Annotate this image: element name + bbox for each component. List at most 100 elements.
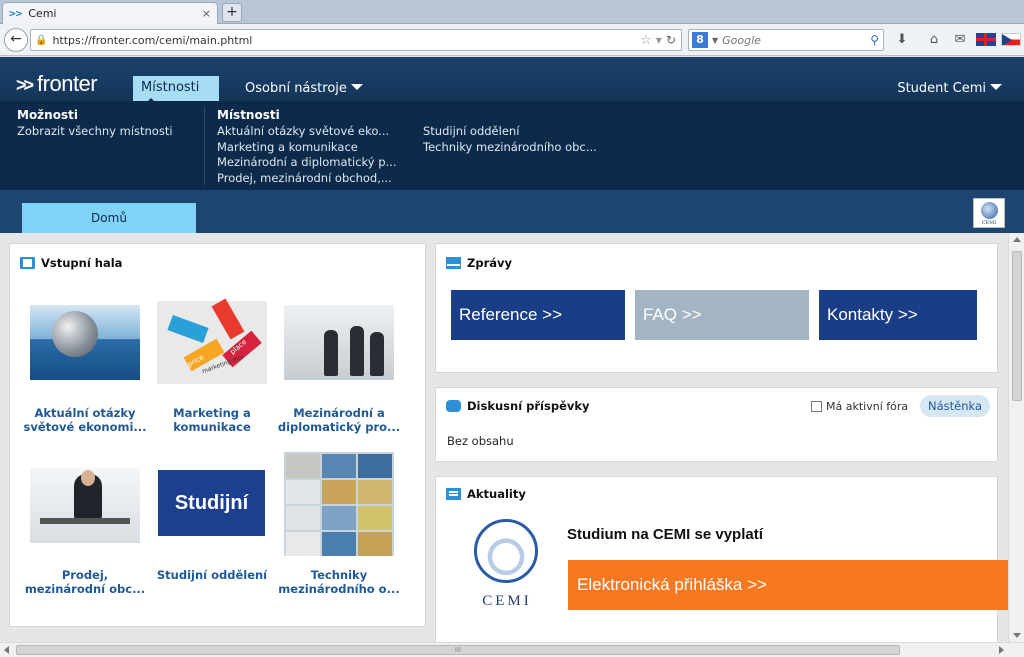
aktuality-title: Aktuality [467,487,526,501]
fronter-favicon-icon: >> [9,7,23,20]
room-label[interactable]: Aktuální otázky světové ekonomi... [15,406,155,434]
person-head [81,470,95,486]
electronic-application-button[interactable]: Elektronická přihláška >> [568,560,1008,610]
vstupni-hala-panel: Vstupní hala price marketing mix place A… [9,243,426,627]
hall-icon [20,257,35,269]
user-menu[interactable]: Student Cemi [897,81,1002,96]
address-bar[interactable]: 🔒 https://fronter.com/cemi/main.phtml ☆ … [30,29,682,51]
collage-cell [358,454,392,478]
room-thumbnail-handshake[interactable] [284,305,394,380]
empty-message: Bez obsahu [447,434,514,448]
cemi-logo: CEMI [472,519,542,619]
room-label[interactable]: Prodej, mezinárodní obc... [15,568,155,596]
room-link[interactable]: Mezinárodní a diplomatický p... [217,155,397,171]
scroll-right-icon[interactable] [999,646,1004,654]
vertical-scrollbar[interactable] [1008,233,1024,642]
home-icon[interactable]: ⌂ [925,32,943,47]
room-link[interactable]: Studijní oddělení [423,124,597,140]
dropdown-divider [204,107,205,185]
tab-close-icon[interactable]: × [202,7,211,20]
reload-icon[interactable]: ↻ [666,33,676,47]
main-content: Vstupní hala price marketing mix place A… [0,233,1008,642]
rooms-heading: Místnosti [217,108,280,122]
faq-button[interactable]: FAQ >> [635,290,809,340]
chevron-down-icon [990,84,1002,90]
user-name: Student Cemi [897,81,986,96]
room-thumbnail-marketing-mix[interactable]: price marketing mix place [157,298,267,384]
vstupni-hala-title: Vstupní hala [41,256,123,270]
room-label-line: Techniky [310,568,368,582]
checkbox-label: Má aktivní fóra [826,400,909,413]
vertical-scroll-thumb[interactable] [1012,251,1022,401]
aktuality-panel: Aktuality CEMI Studium na CEMI se vyplat… [435,476,1008,642]
nav-osobni-nastroje[interactable]: Osobní nástroje [245,81,363,96]
collage-cell [286,532,320,556]
back-arrow-icon: ← [10,31,22,47]
room-link[interactable]: Marketing a komunikace [217,140,397,156]
room-label[interactable]: Marketing a komunikace [142,406,282,434]
reference-button[interactable]: Reference >> [451,290,625,340]
room-thumbnail-laptop[interactable] [30,468,140,543]
bookmark-star-icon[interactable]: ☆ [640,33,652,48]
scroll-left-icon[interactable] [4,646,9,654]
search-engine-dropdown-icon[interactable]: ▼ [712,36,718,45]
kontakty-button[interactable]: Kontakty >> [819,290,977,340]
room-label[interactable]: Studijní oddělení [142,568,282,582]
scroll-down-icon[interactable] [1013,633,1021,638]
room-label-line: Studijní oddělení [156,568,268,582]
rooms-dropdown: Možnosti Zobrazit všechny místnosti Míst… [0,101,1024,190]
search-engine-icon[interactable]: 8 [692,32,708,48]
room-label-line: mezinárodní obc... [24,582,146,596]
search-input[interactable] [722,33,871,47]
download-icon[interactable]: ⬇ [893,32,911,47]
english-flag-icon[interactable] [976,33,996,46]
back-button[interactable]: ← [4,28,28,52]
room-thumbnail-collage[interactable] [284,452,394,556]
browser-nav-bar: ← 🔒 https://fronter.com/cemi/main.phtml … [0,24,1024,56]
nav-mistnosti[interactable]: Místnosti [133,76,219,104]
panel-title: Vstupní hala [20,256,122,270]
room-thumbnail-globe[interactable] [30,305,140,380]
active-forums-checkbox[interactable]: Má aktivní fóra [811,400,908,413]
browser-tab-bar: >> Cemi × + [0,0,1024,24]
czech-flag-icon[interactable] [1001,33,1021,46]
checkbox-box[interactable] [811,401,822,412]
room-link[interactable]: Prodej, mezinárodní obchod,... [217,171,397,187]
dropdown-options-column: Možnosti Zobrazit všechny místnosti [17,108,173,140]
search-bar[interactable]: 8 ▼ ⚲ [688,29,884,51]
logo-text: fronter [37,71,98,96]
room-label[interactable]: Techniky mezinárodního o... [269,568,409,596]
room-link[interactable]: Aktuální otázky světové eko... [217,124,397,140]
mail-icon[interactable]: ✉ [951,32,969,47]
horizontal-scrollbar[interactable]: III [0,642,1024,657]
show-all-rooms-link[interactable]: Zobrazit všechny místnosti [17,124,173,140]
browser-tab[interactable]: >> Cemi × [2,2,218,24]
room-label-line: Marketing a [173,406,251,420]
room-label[interactable]: Mezinárodní a diplomatický pro... [269,406,409,434]
collage-cell [322,506,356,530]
tab-domu[interactable]: Domů [22,203,196,233]
collage-cell [322,480,356,504]
collage-cell [286,454,320,478]
fronter-logo[interactable]: >> fronter [16,71,98,97]
logo-arrows: >> [16,75,34,95]
new-tab-button[interactable]: + [222,3,242,22]
room-thumbnail-studijni[interactable]: Studijní [158,470,265,536]
horizontal-scroll-thumb[interactable]: III [16,645,900,655]
mix-arrow-shape [211,298,245,340]
dropdown-rooms-column: Místnosti Aktuální otázky světové eko...… [217,108,397,186]
person-figure [324,330,338,376]
nastenka-button[interactable]: Nástěnka [920,395,990,417]
lock-icon: 🔒 [35,34,48,46]
search-icon[interactable]: ⚲ [870,33,879,47]
panel-title: Aktuality [446,487,526,501]
room-link[interactable]: Techniky mezinárodního obc... [423,140,597,156]
scroll-up-icon[interactable] [1013,237,1021,242]
chevron-down-icon [350,84,363,90]
history-dropdown-icon[interactable]: ▼ [656,36,662,45]
person-figure [350,326,364,376]
room-label-line: Prodej, [61,568,109,582]
envelope-icon [446,257,461,269]
cemi-badge-logo[interactable]: CEMI [973,198,1005,228]
collage-cell [286,480,320,504]
